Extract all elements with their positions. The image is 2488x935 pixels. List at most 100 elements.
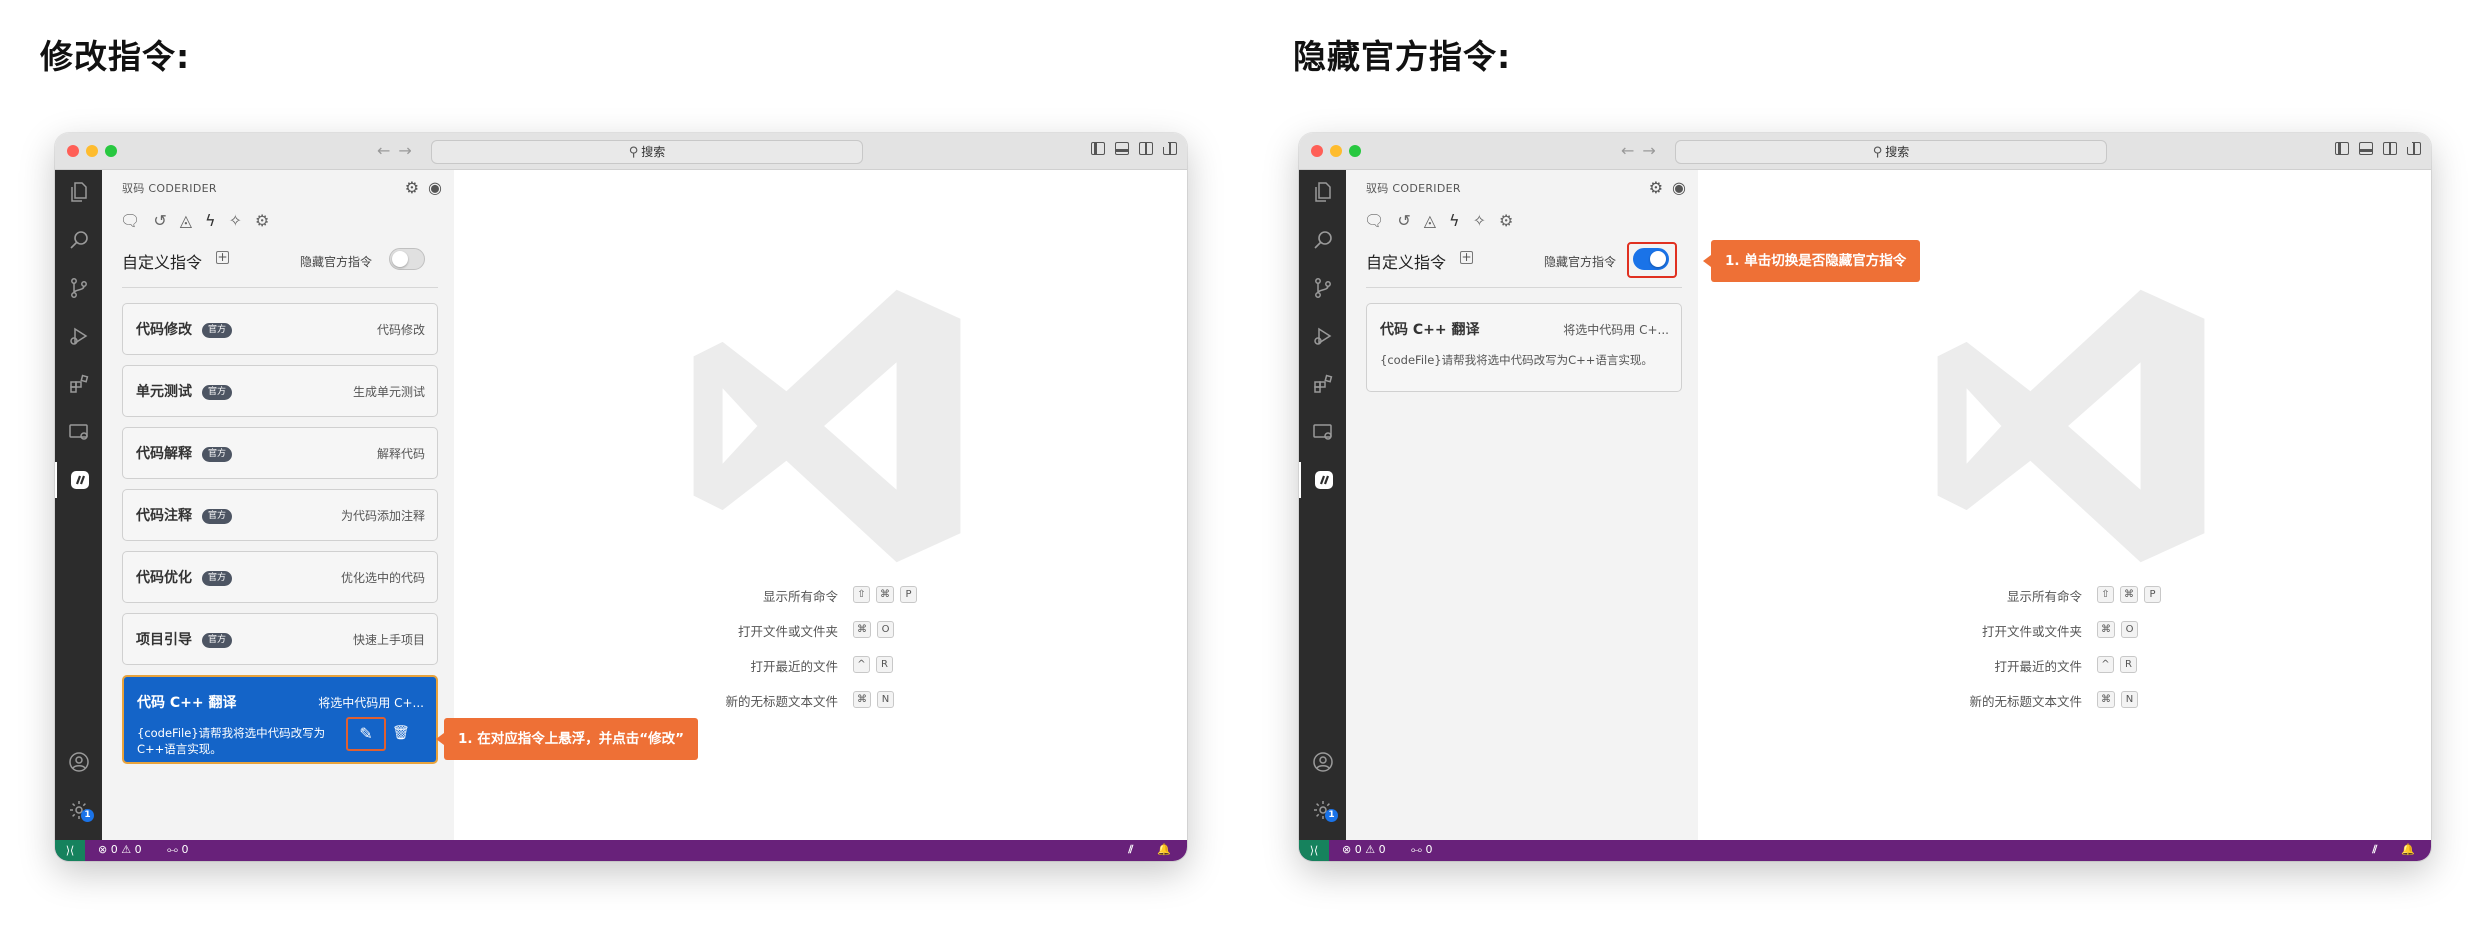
forward-icon[interactable]: → xyxy=(1642,141,1663,160)
sparkle-tab-icon[interactable]: ✧ xyxy=(229,211,242,230)
callout-edit-hint: 1. 在对应指令上悬浮，并点击“修改” xyxy=(436,718,698,760)
shortcut-key: ⌘ xyxy=(2097,691,2115,708)
notification-bell-icon[interactable]: 🔔 xyxy=(1157,843,1171,857)
sidebar-title: 驭码 CODERIDER xyxy=(1366,182,1461,195)
command-desc: 解释代码 xyxy=(376,447,425,461)
heading-hide-official: 隐藏官方指令: xyxy=(1293,37,1512,76)
command-search-box[interactable]: ⚲ 搜索 xyxy=(431,140,863,164)
manage-gear-icon[interactable]: 1 xyxy=(1299,792,1346,828)
toggle-secondary-sidebar-icon[interactable] xyxy=(2383,142,2397,155)
hide-official-label: 隐藏官方指令 xyxy=(300,255,373,269)
close-window-button[interactable] xyxy=(67,145,79,157)
account-icon[interactable] xyxy=(1299,744,1346,780)
add-command-button[interactable]: + xyxy=(1460,251,1473,264)
gitlab-tab-icon[interactable]: ◬ xyxy=(1424,211,1436,230)
delete-command-trash-icon[interactable]: 🗑 xyxy=(392,725,410,741)
shortcut-label: 新的无标题文本文件 xyxy=(725,694,838,709)
custom-command-card-hovered[interactable]: 代码 C++ 翻译 将选中代码用 C+... {codeFile}请帮我将选中代… xyxy=(122,675,438,764)
search-view-icon[interactable] xyxy=(1299,222,1346,258)
notification-bell-icon[interactable]: 🔔 xyxy=(2401,843,2415,857)
chat-tab-icon[interactable]: 🗨 xyxy=(1364,211,1384,230)
command-name: 代码优化 官方 xyxy=(136,567,233,587)
problems-indicator[interactable]: ⊗ 0 ⚠ 0 xyxy=(1342,843,1386,856)
add-command-button[interactable]: + xyxy=(216,251,229,264)
coderider-status-icon[interactable]: ⫽ xyxy=(1128,843,1133,857)
problems-indicator[interactable]: ⊗ 0 ⚠ 0 xyxy=(98,843,142,856)
forward-icon[interactable]: → xyxy=(398,141,419,160)
pencil-icon: ✎ xyxy=(359,724,373,743)
extensions-icon[interactable] xyxy=(1299,366,1346,402)
back-icon[interactable]: ← xyxy=(1621,141,1642,160)
remote-explorer-icon[interactable] xyxy=(1299,414,1346,450)
official-badge: 官方 xyxy=(202,447,233,462)
activity-bar: 1 xyxy=(1299,170,1346,840)
explorer-icon[interactable] xyxy=(1299,174,1346,210)
shortcut-label: 显示所有命令 xyxy=(762,589,838,604)
user-icon[interactable]: ◉ xyxy=(1672,178,1686,197)
command-desc: 快速上手项目 xyxy=(352,633,425,647)
coderider-status-icon[interactable]: ⫽ xyxy=(2372,843,2377,857)
minimize-window-button[interactable] xyxy=(1330,145,1342,157)
custom-command-card[interactable]: 代码 C++ 翻译 将选中代码用 C+... {codeFile}请帮我将选中代… xyxy=(1366,303,1682,392)
close-window-button[interactable] xyxy=(1311,145,1323,157)
remote-indicator-icon[interactable]: ⟩⟨ xyxy=(1299,840,1329,861)
minimize-window-button[interactable] xyxy=(86,145,98,157)
settings-icon[interactable]: ⚙ xyxy=(1649,178,1663,197)
manage-gear-icon[interactable]: 1 xyxy=(55,792,102,828)
nav-arrows[interactable]: ←→ xyxy=(377,141,420,160)
chat-tab-icon[interactable]: 🗨 xyxy=(120,211,140,230)
coderider-icon[interactable] xyxy=(1299,462,1346,498)
history-tab-icon[interactable]: ↺ xyxy=(1397,211,1410,230)
command-card[interactable]: 代码注释 官方 为代码添加注释 xyxy=(122,489,438,541)
command-search-box[interactable]: ⚲ 搜索 xyxy=(1675,140,2107,164)
toggle-secondary-sidebar-icon[interactable] xyxy=(1139,142,1153,155)
search-view-icon[interactable] xyxy=(55,222,102,258)
commands-tab-icon[interactable]: ϟ xyxy=(205,211,216,230)
user-icon[interactable]: ◉ xyxy=(428,178,442,197)
nav-arrows[interactable]: ←→ xyxy=(1621,141,1664,160)
shortcut-key: ⇧ xyxy=(853,586,870,603)
customize-layout-icon[interactable] xyxy=(2406,141,2421,155)
command-card[interactable]: 项目引导 官方 快速上手项目 xyxy=(122,613,438,665)
back-icon[interactable]: ← xyxy=(377,141,398,160)
custom-command-desc: 将选中代码用 C+... xyxy=(318,696,424,710)
extensions-icon[interactable] xyxy=(55,366,102,402)
custom-command-name: 代码 C++ 翻译 xyxy=(1380,322,1480,338)
ports-indicator[interactable]: ⧟ 0 xyxy=(167,843,189,857)
command-card[interactable]: 单元测试 官方 生成单元测试 xyxy=(122,365,438,417)
gear-tab-icon[interactable]: ⚙ xyxy=(1499,211,1513,230)
command-desc: 生成单元测试 xyxy=(352,385,425,399)
coderider-icon[interactable] xyxy=(55,462,102,498)
toggle-panel-icon[interactable] xyxy=(2359,142,2373,155)
commands-tab-icon[interactable]: ϟ xyxy=(1449,211,1460,230)
ports-indicator[interactable]: ⧟ 0 xyxy=(1411,843,1433,857)
gitlab-tab-icon[interactable]: ◬ xyxy=(180,211,192,230)
explorer-icon[interactable] xyxy=(55,174,102,210)
source-control-icon[interactable] xyxy=(1299,270,1346,306)
remote-indicator-icon[interactable]: ⟩⟨ xyxy=(55,840,85,861)
run-debug-icon[interactable] xyxy=(1299,318,1346,354)
run-debug-icon[interactable] xyxy=(55,318,102,354)
custom-command-name: 代码 C++ 翻译 xyxy=(137,695,237,711)
history-tab-icon[interactable]: ↺ xyxy=(153,211,166,230)
command-card[interactable]: 代码优化 官方 优化选中的代码 xyxy=(122,551,438,603)
command-name: 代码解释 官方 xyxy=(136,443,233,463)
maximize-window-button[interactable] xyxy=(105,145,117,157)
toggle-primary-sidebar-icon[interactable] xyxy=(2335,142,2349,155)
source-control-icon[interactable] xyxy=(55,270,102,306)
account-icon[interactable] xyxy=(55,744,102,780)
settings-icon[interactable]: ⚙ xyxy=(405,178,419,197)
search-label: 搜索 xyxy=(1885,145,1910,159)
gear-tab-icon[interactable]: ⚙ xyxy=(255,211,269,230)
hide-official-toggle[interactable] xyxy=(389,248,425,270)
edit-command-button[interactable]: ✎ xyxy=(346,717,386,751)
customize-layout-icon[interactable] xyxy=(1162,141,1177,155)
shortcut-key: ⌘ xyxy=(2097,621,2115,638)
toggle-primary-sidebar-icon[interactable] xyxy=(1091,142,1105,155)
command-card[interactable]: 代码解释 官方 解释代码 xyxy=(122,427,438,479)
remote-explorer-icon[interactable] xyxy=(55,414,102,450)
toggle-panel-icon[interactable] xyxy=(1115,142,1129,155)
maximize-window-button[interactable] xyxy=(1349,145,1361,157)
sparkle-tab-icon[interactable]: ✧ xyxy=(1473,211,1486,230)
command-card[interactable]: 代码修改 官方 代码修改 xyxy=(122,303,438,355)
